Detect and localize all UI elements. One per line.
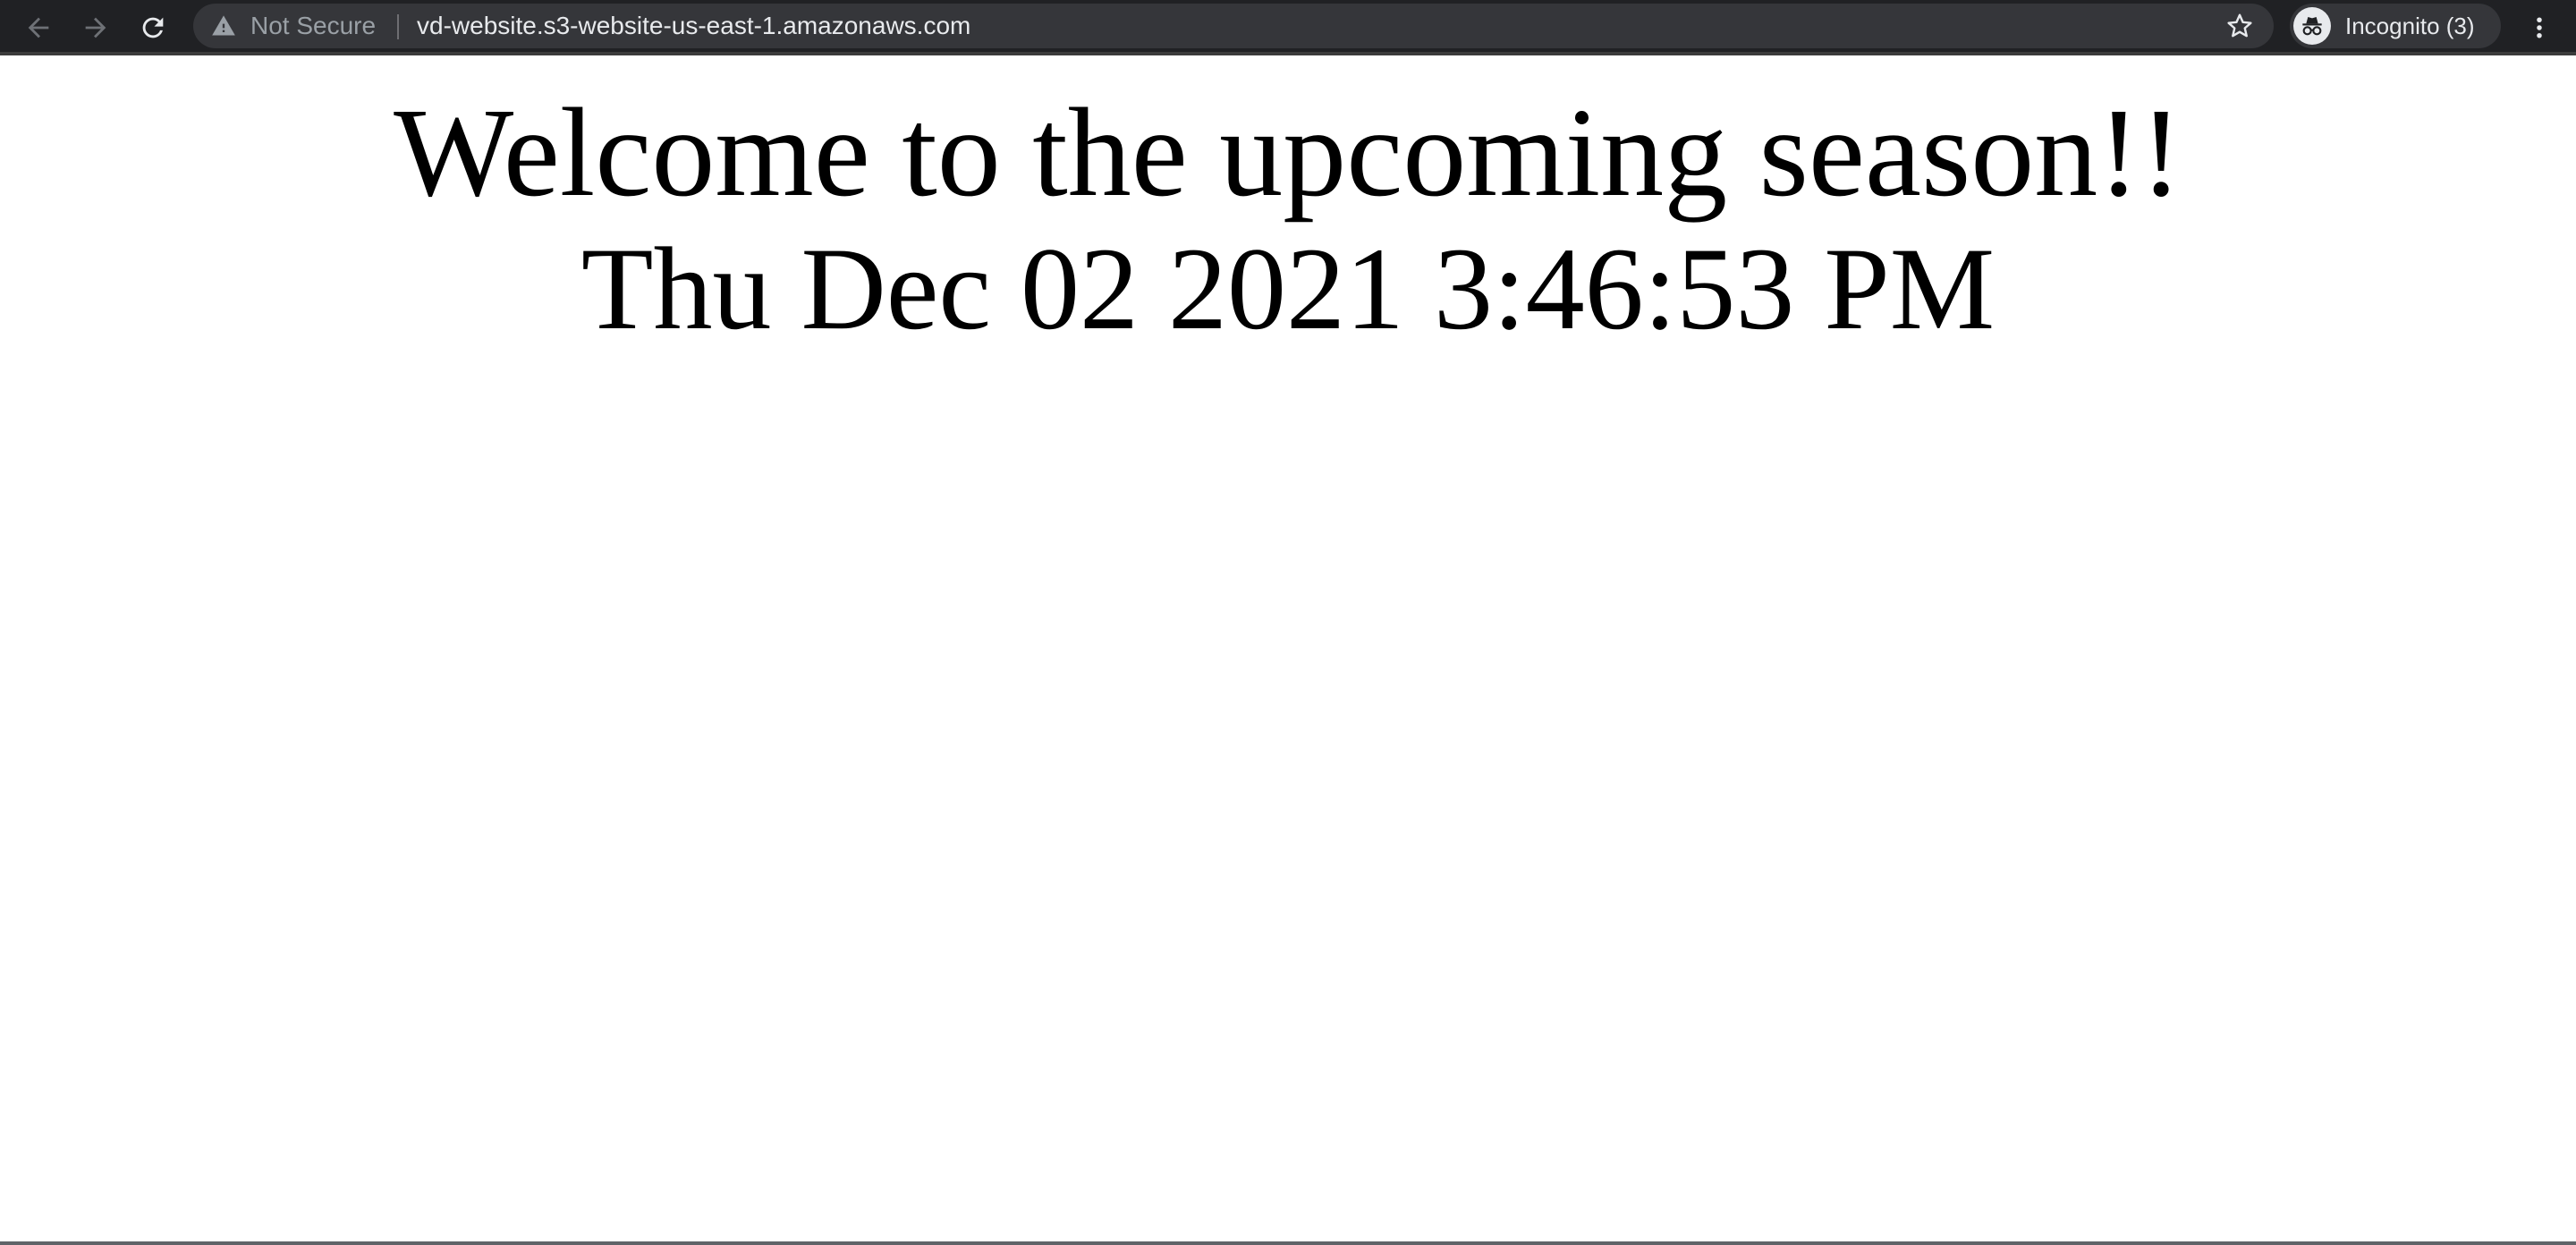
omnibox-divider <box>397 14 399 39</box>
datetime-heading: Thu Dec 02 2021 3:46:53 PM <box>580 223 1996 354</box>
welcome-heading: Welcome to the upcoming season!! <box>394 81 2182 223</box>
profile-label: Incognito (3) <box>2345 13 2475 39</box>
forward-button[interactable] <box>75 7 116 48</box>
security-chip[interactable]: Not Secure <box>211 4 376 48</box>
back-button[interactable] <box>18 7 59 48</box>
address-bar[interactable]: Not Secure vd-website.s3-website-us-east… <box>193 4 2274 48</box>
reload-icon <box>142 17 164 38</box>
avatar <box>2293 7 2331 45</box>
forward-arrow-icon <box>85 17 106 38</box>
browser-menu-button[interactable] <box>2519 7 2560 48</box>
star-icon[interactable] <box>2225 12 2254 40</box>
warning-triangle-icon <box>212 15 235 36</box>
window-bottom-edge <box>0 1241 2576 1245</box>
profile-button[interactable]: Incognito (3) <box>2290 4 2501 48</box>
url-text[interactable]: vd-website.s3-website-us-east-1.amazonaw… <box>417 4 970 48</box>
back-arrow-icon <box>28 17 49 38</box>
security-label: Not Secure <box>250 12 377 39</box>
browser-toolbar: Not Secure vd-website.s3-website-us-east… <box>0 0 2576 55</box>
page-content: Welcome to the upcoming season!! Thu Dec… <box>0 55 2576 1241</box>
reload-button[interactable] <box>132 7 174 48</box>
incognito-icon <box>2302 17 2322 36</box>
kebab-menu-icon <box>2537 17 2542 38</box>
